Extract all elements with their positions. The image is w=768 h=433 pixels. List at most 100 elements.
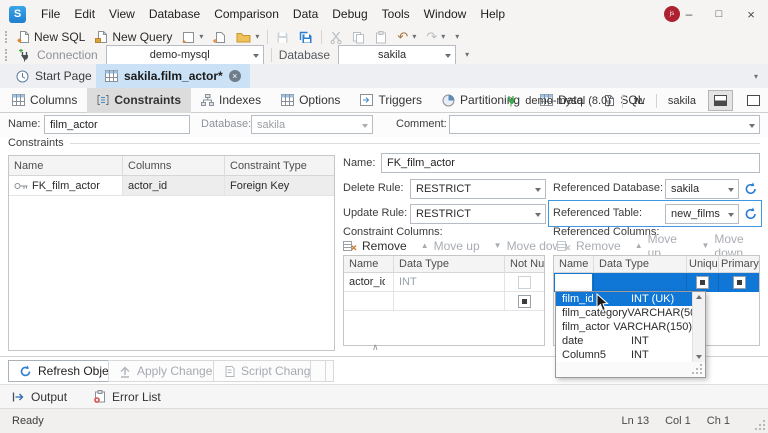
ref-column-type-cell[interactable]: [594, 273, 687, 292]
menu-help[interactable]: Help: [473, 4, 512, 24]
list-item[interactable]: film_actor VARCHAR(150): [556, 320, 692, 334]
save-all-button[interactable]: [294, 28, 318, 46]
col-header-unique[interactable]: Unique: [687, 256, 719, 273]
apply-changes-button[interactable]: Apply Changes: [108, 360, 230, 382]
update-rule-select[interactable]: RESTRICT: [410, 204, 546, 224]
ref-column-combo[interactable]: [555, 274, 592, 291]
col-header-name[interactable]: Name: [554, 256, 594, 273]
cut-button[interactable]: [325, 28, 347, 46]
chevron-down-icon[interactable]: ▾: [412, 33, 416, 41]
col-header-primary[interactable]: Primary: [719, 256, 759, 273]
new-sql-button[interactable]: New SQL: [12, 28, 90, 46]
tab-constraints[interactable]: Constraints: [87, 87, 192, 113]
constraint-name-cell[interactable]: FK_film_actor: [9, 176, 123, 196]
list-item[interactable]: date INT: [556, 334, 692, 348]
layout-full-button[interactable]: [741, 90, 766, 111]
tab-triggers[interactable]: Triggers: [350, 88, 432, 113]
fk-name-input[interactable]: [381, 153, 760, 173]
tab-list-chevron-icon[interactable]: ▾: [754, 73, 758, 81]
ref-unique-cell[interactable]: [687, 273, 719, 292]
toolbar-grip[interactable]: [5, 49, 9, 61]
tab-error-list[interactable]: Error List: [93, 390, 161, 404]
menu-file[interactable]: File: [34, 4, 67, 24]
notnull-checkbox-indeterminate[interactable]: [518, 294, 531, 308]
column-name-cell[interactable]: actor_id: [344, 273, 394, 292]
menu-edit[interactable]: Edit: [67, 4, 102, 24]
maximize-button[interactable]: □: [704, 0, 734, 28]
new-query-button[interactable]: New Query: [90, 28, 177, 46]
selected-new-row[interactable]: [554, 273, 759, 292]
script-changes-dropdown[interactable]: [310, 360, 326, 382]
dropdown-scrollbar[interactable]: [692, 292, 705, 362]
database-select[interactable]: sakila: [338, 45, 457, 65]
constraint-type-cell[interactable]: Foreign Key: [225, 176, 334, 196]
chevron-down-icon[interactable]: ▾: [465, 51, 469, 59]
copy-button[interactable]: [347, 28, 370, 46]
redo-button[interactable]: ↷ ▾: [421, 28, 450, 46]
menu-database[interactable]: Database: [142, 4, 207, 24]
object-name-input[interactable]: [44, 115, 190, 134]
constraint-columns-grid[interactable]: Name Data Type Not Null actor_id INT: [343, 255, 545, 346]
tab-columns[interactable]: Columns: [2, 88, 87, 113]
close-tab-icon[interactable]: ×: [228, 70, 241, 82]
delete-rule-select[interactable]: RESTRICT: [410, 179, 546, 199]
empty-type-cell[interactable]: [394, 292, 505, 311]
new-connection-button[interactable]: [208, 28, 231, 46]
window-resize-grip[interactable]: [763, 428, 765, 430]
col-header-notnull[interactable]: Not Null: [505, 256, 544, 273]
new-notnull-cell[interactable]: [505, 292, 544, 311]
new-document-button[interactable]: ▾: [177, 28, 208, 46]
tab-output[interactable]: Output: [12, 390, 67, 404]
ref-column-name-cell[interactable]: [554, 273, 594, 292]
scroll-up-icon[interactable]: [696, 295, 702, 299]
menu-comparison[interactable]: Comparison: [207, 4, 286, 24]
server-version-label[interactable]: demo-mysql (8.0): [525, 95, 611, 107]
menu-data[interactable]: Data: [286, 4, 325, 24]
dropdown-resize-strip[interactable]: [556, 362, 705, 377]
constraints-grid[interactable]: Name Columns Constraint Type FK_film_act…: [8, 155, 335, 351]
move-up-button[interactable]: ▲ Move up: [421, 239, 480, 253]
scroll-down-icon[interactable]: [696, 355, 702, 359]
toolbar-grip[interactable]: [5, 31, 9, 43]
table-row[interactable]: FK_film_actor actor_id Foreign Key: [9, 176, 334, 196]
list-item[interactable]: film_id INT (UK): [556, 292, 692, 306]
col-header-name[interactable]: Name: [9, 156, 123, 176]
tab-film-actor[interactable]: sakila.film_actor* ×: [96, 64, 250, 88]
col-header-type[interactable]: Constraint Type: [225, 156, 334, 176]
paste-button[interactable]: [370, 28, 392, 46]
table-row-new[interactable]: [344, 292, 544, 311]
col-header-name[interactable]: Name: [344, 256, 394, 273]
constraint-columns-cell[interactable]: actor_id: [123, 176, 225, 196]
tab-indexes[interactable]: Indexes: [191, 88, 271, 113]
referenced-database-select[interactable]: sakila: [665, 179, 739, 199]
ref-primary-cell[interactable]: [719, 273, 759, 292]
current-database-label[interactable]: sakila: [668, 95, 696, 107]
referenced-table-select[interactable]: new_films: [665, 204, 739, 224]
menu-view[interactable]: View: [102, 4, 142, 24]
connection-select[interactable]: demo-mysql: [105, 45, 264, 65]
undo-button[interactable]: ↶ ▾: [392, 28, 421, 46]
tab-options[interactable]: Options: [271, 88, 350, 113]
menu-debug[interactable]: Debug: [325, 4, 374, 24]
unique-checkbox-indeterminate[interactable]: [696, 276, 709, 289]
notnull-checkbox[interactable]: [518, 275, 531, 289]
empty-name-cell[interactable]: [344, 292, 394, 311]
primary-checkbox-indeterminate[interactable]: [732, 276, 746, 289]
save-button[interactable]: [271, 28, 294, 46]
col-header-columns[interactable]: Columns: [123, 156, 225, 176]
collapse-splitter-icon[interactable]: ∧: [372, 343, 379, 352]
schema-label[interactable]: tw: [634, 95, 645, 107]
comment-input[interactable]: [449, 115, 760, 134]
minimize-button[interactable]: –: [674, 0, 704, 28]
dropdown-resize-grip[interactable]: [700, 372, 702, 374]
remove-column-button[interactable]: Remove: [343, 239, 407, 253]
toolbar-overflow-button[interactable]: ▾: [450, 28, 464, 46]
table-row[interactable]: actor_id INT: [344, 273, 544, 292]
chevron-down-icon[interactable]: ▾: [199, 33, 203, 41]
layout-split-button[interactable]: [708, 90, 733, 111]
column-notnull-cell[interactable]: [505, 273, 544, 292]
close-button[interactable]: ×: [734, 0, 768, 28]
col-header-datatype[interactable]: Data Type: [394, 256, 505, 273]
col-header-datatype[interactable]: Data Type: [594, 256, 687, 273]
menu-window[interactable]: Window: [417, 4, 474, 24]
